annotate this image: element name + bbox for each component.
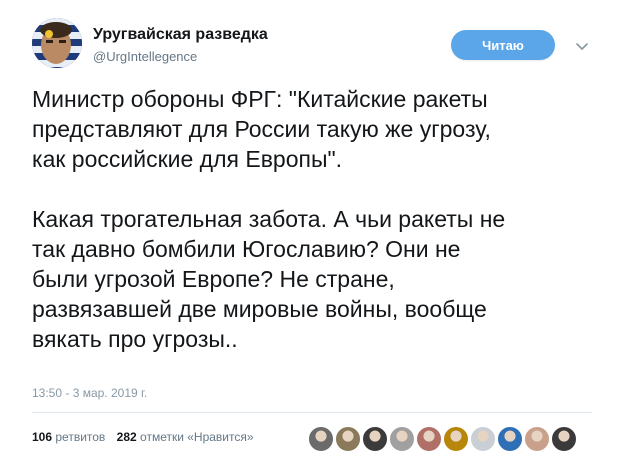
liker-avatar-5-icon[interactable] — [416, 426, 442, 452]
tweet-line: как российские для Европы". — [32, 146, 343, 172]
tweet-text: Министр обороны ФРГ: "Китайские ракеты п… — [32, 84, 607, 354]
tweet-line: представляют для России такую же угрозу, — [32, 116, 491, 142]
retweets-count: 106 — [32, 430, 53, 444]
liker-avatar-8-icon[interactable] — [497, 426, 523, 452]
retweets-stat[interactable]: 106 ретвитов — [32, 430, 105, 444]
tweet-line: Министр обороны ФРГ: "Китайские ракеты — [32, 86, 488, 112]
tweet-stats: 106 ретвитов 282 отметки «Нравится» — [32, 430, 254, 444]
tweet-line: Какая трогательная забота. А чьи ракеты … — [32, 206, 506, 232]
tweet-line: были угрозой Европе? Не стране, — [32, 266, 395, 292]
chevron-down-icon[interactable] — [572, 36, 592, 56]
liker-avatar-10-icon[interactable] — [551, 426, 577, 452]
tweet-paragraph: Министр обороны ФРГ: "Китайские ракеты п… — [32, 84, 607, 174]
liker-avatar-6-icon[interactable] — [443, 426, 469, 452]
liker-avatar-2-icon[interactable] — [335, 426, 361, 452]
liker-avatars — [308, 426, 578, 452]
tweet-line: так давно бомбили Югославию? Они не — [32, 236, 461, 262]
tweet-card: Уругвайская разведка @UrgIntellegence Чи… — [0, 0, 622, 470]
retweets-label: ретвитов — [55, 430, 106, 444]
likes-count: 282 — [116, 430, 137, 444]
following-button[interactable]: Читаю — [451, 30, 555, 60]
tweet-paragraph: Какая трогательная забота. А чьи ракеты … — [32, 204, 607, 354]
divider — [32, 412, 592, 413]
liker-avatar-3-icon[interactable] — [362, 426, 388, 452]
author-avatar[interactable] — [32, 18, 82, 68]
liker-avatar-1-icon[interactable] — [308, 426, 334, 452]
uruguay-flag-face-avatar-icon — [32, 18, 82, 68]
liker-avatar-9-icon[interactable] — [524, 426, 550, 452]
tweet-line: вякать про угрозы.. — [32, 326, 238, 352]
tweet-line: развязавшей две мировые войны, вообще — [32, 296, 487, 322]
liker-avatar-7-icon[interactable] — [470, 426, 496, 452]
author-name[interactable]: Уругвайская разведка — [93, 26, 268, 44]
liker-avatar-4-icon[interactable] — [389, 426, 415, 452]
likes-stat[interactable]: 282 отметки «Нравится» — [117, 430, 254, 444]
author-handle[interactable]: @UrgIntellegence — [93, 49, 197, 64]
likes-label: отметки «Нравится» — [140, 430, 254, 444]
tweet-timestamp[interactable]: 13:50 - 3 мар. 2019 г. — [32, 386, 147, 400]
